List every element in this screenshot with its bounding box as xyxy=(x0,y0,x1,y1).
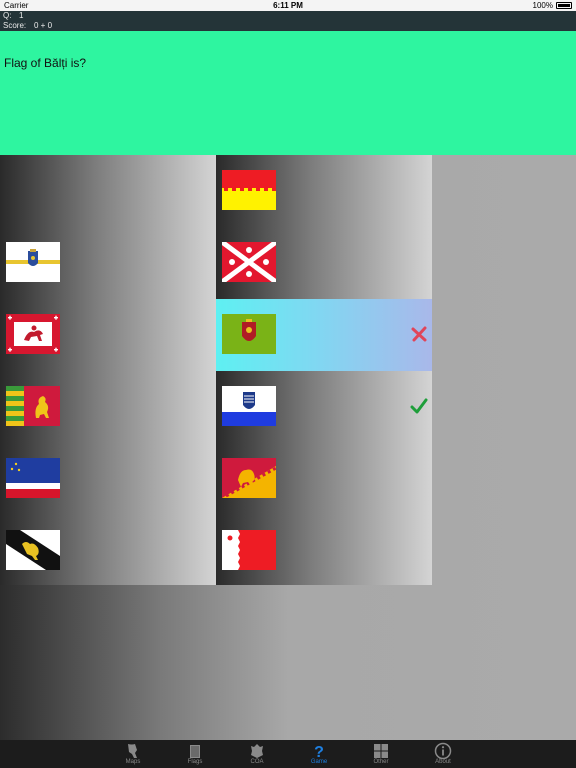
tab-label: Other xyxy=(373,759,389,765)
flag-green-yellow-stripes-red-lion xyxy=(6,386,60,426)
flag-white-black-diagonal-lion xyxy=(6,530,60,570)
flag-red-yellow-battlement xyxy=(222,170,276,210)
tab-about[interactable]: About xyxy=(418,740,468,768)
clock: 6:11 PM xyxy=(273,1,303,10)
tab-bar: Maps Flags COA ? Game Other About xyxy=(0,740,576,768)
option-right-2[interactable] xyxy=(216,227,432,299)
tab-other[interactable]: Other xyxy=(356,740,406,768)
flag-white-yellow-stripe-coa xyxy=(6,242,60,282)
option-right-4-correct[interactable] xyxy=(216,371,432,443)
flag-red-yellow-diagonal-lion xyxy=(222,458,276,498)
flag-book-icon xyxy=(190,745,200,758)
option-left-2[interactable] xyxy=(0,227,216,299)
tab-label: Maps xyxy=(125,759,141,765)
flag-white-red-serrated xyxy=(222,530,276,570)
option-right-1[interactable] xyxy=(216,155,432,227)
tab-coa[interactable]: COA xyxy=(232,740,282,768)
question-text: Flag of Bălți is? xyxy=(4,56,87,70)
tab-label: COA xyxy=(250,759,264,765)
check-icon xyxy=(410,398,428,414)
tab-game[interactable]: ? Game xyxy=(294,740,344,768)
coat-of-arms-icon xyxy=(251,744,263,758)
option-left-1[interactable] xyxy=(0,155,216,227)
battery-indicator: 100% xyxy=(533,1,572,10)
question-panel: Flag of Bălți is? xyxy=(0,31,576,155)
battery-percent: 100% xyxy=(532,1,553,10)
flag-green-red-shield xyxy=(222,314,276,354)
score-label: Score: xyxy=(3,21,27,30)
options-left-column xyxy=(0,155,216,585)
score-value: 0 + 0 xyxy=(34,21,53,30)
tab-maps[interactable]: Maps xyxy=(108,740,158,768)
tab-flags[interactable]: Flags xyxy=(170,740,220,768)
cross-icon xyxy=(411,326,427,342)
game-info-bar: Q: 1 Score: 0 + 0 xyxy=(0,11,576,31)
map-icon xyxy=(128,744,137,758)
svg-text:?: ? xyxy=(314,744,324,760)
tab-label: About xyxy=(435,759,451,765)
flag-red-white-crosses-horseman xyxy=(6,314,60,354)
info-icon xyxy=(434,742,452,760)
option-left-5[interactable] xyxy=(0,443,216,515)
question-icon: ? xyxy=(314,744,324,760)
option-right-5[interactable] xyxy=(216,443,432,515)
battery-icon xyxy=(556,2,572,9)
option-left-4[interactable] xyxy=(0,371,216,443)
option-right-3-wrong[interactable] xyxy=(216,299,432,371)
question-number-label: Q: xyxy=(3,11,12,20)
options-right-column xyxy=(216,155,432,585)
tab-label: Flags xyxy=(187,759,203,765)
grid-icon xyxy=(374,744,388,758)
status-bar: Carrier 6:11 PM 100% xyxy=(0,0,576,11)
flag-red-white-saltire-lilies xyxy=(222,242,276,282)
option-left-3[interactable] xyxy=(0,299,216,371)
flag-white-blue-coa xyxy=(222,386,276,426)
option-right-6[interactable] xyxy=(216,515,432,587)
option-left-6[interactable] xyxy=(0,515,216,587)
flag-blue-white-red-stars xyxy=(6,458,60,498)
tab-label: Game xyxy=(310,759,328,765)
question-number: 1 xyxy=(19,11,24,20)
